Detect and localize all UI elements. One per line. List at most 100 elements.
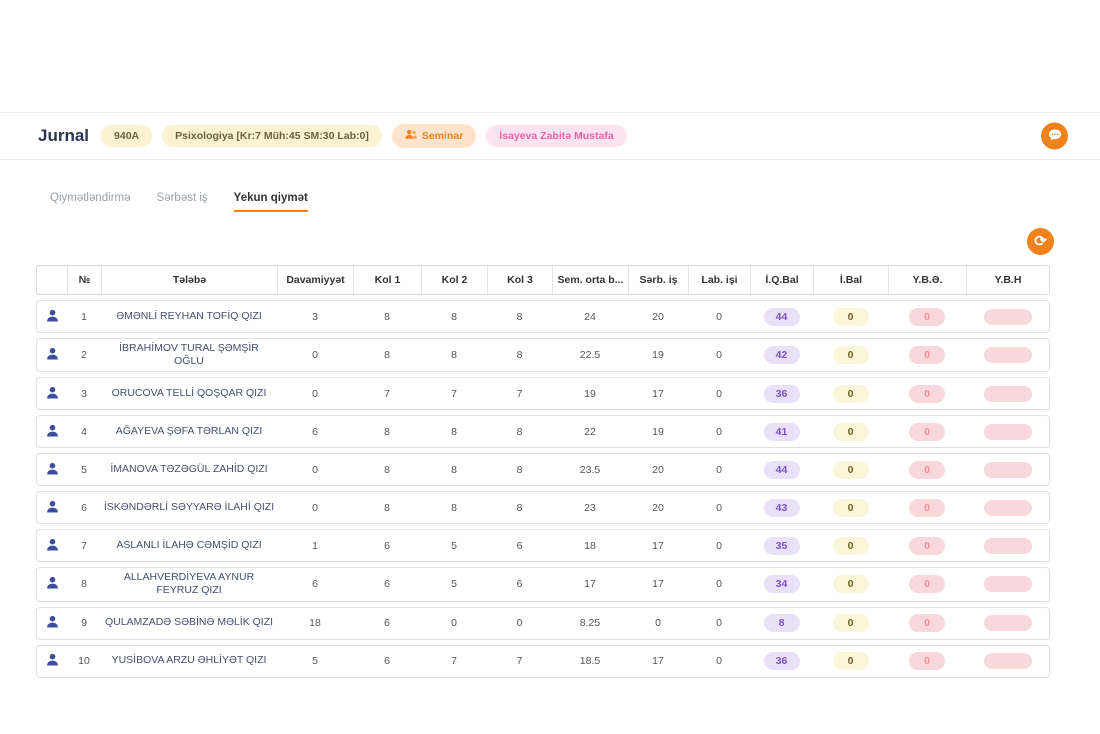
student-icon [46,386,59,402]
ybh-badge [984,386,1032,402]
serb-is-value: 17 [628,537,688,555]
kol2-value: 8 [421,346,487,364]
student-profile-button[interactable] [37,535,67,557]
lab-isi-value: 0 [688,652,750,670]
student-name: AĞAYEVA ŞƏFA TƏRLAN QIZI [101,422,277,441]
row-number: 10 [67,652,101,670]
kol3-value: 7 [487,385,552,403]
ybe-badge: 0 [909,499,945,517]
kol3-value: 8 [487,308,552,326]
lab-isi-value: 0 [688,346,750,364]
tab-yekun-qiymet[interactable]: Yekun qiymət [234,192,308,212]
i-bal-badge: 0 [833,461,869,479]
row-number: 5 [67,461,101,479]
student-name: QULAMZADƏ SƏBİNƏ MƏLİK QIZI [101,613,277,632]
serb-is-value: 20 [628,308,688,326]
lab-isi-value: 0 [688,499,750,517]
table-row[interactable]: 1 ƏMƏNLİ REYHAN TOFİQ QIZI 3 8 8 8 24 20… [36,300,1050,333]
kol1-value: 7 [353,385,421,403]
table-row[interactable]: 2 İBRAHİMOV TURAL ŞƏMŞİR OĞLU 0 8 8 8 22… [36,338,1050,372]
student-icon [46,424,59,440]
column-header-serb-is: Sərb. iş [628,266,688,294]
toolbar: ⟳ [0,212,1100,263]
kol3-value: 8 [487,346,552,364]
table-row[interactable]: 4 AĞAYEVA ŞƏFA TƏRLAN QIZI 6 8 8 8 22 19… [36,415,1050,448]
student-profile-button[interactable] [37,383,67,405]
davamiyyet-value: 6 [277,575,353,593]
table-row[interactable]: 9 QULAMZADƏ SƏBİNƏ MƏLİK QIZI 18 6 0 0 8… [36,607,1050,640]
student-profile-button[interactable] [37,612,67,634]
ybe-badge: 0 [909,652,945,670]
table-row[interactable]: 8 ALLAHVERDİYEVA AYNUR FEYRUZ QIZI 6 6 5… [36,567,1050,601]
column-header-i-bal: İ.Bal [813,266,888,294]
i-bal-badge: 0 [833,308,869,326]
student-name: ORUCOVA TELLİ QOŞQAR QIZI [101,384,277,403]
serb-is-value: 20 [628,499,688,517]
iq-bal-badge: 36 [764,652,800,670]
kol1-value: 6 [353,575,421,593]
serb-is-value: 0 [628,614,688,632]
chat-button[interactable] [1041,123,1068,150]
table-row[interactable]: 5 İMANOVA TƏZƏGÜL ZAHİD QIZI 0 8 8 8 23.… [36,453,1050,486]
kol2-value: 8 [421,499,487,517]
kol1-value: 6 [353,652,421,670]
ybh-badge [984,538,1032,554]
sem-orta-value: 23.5 [552,461,628,479]
davamiyyet-value: 0 [277,346,353,364]
table-body: 1 ƏMƏNLİ REYHAN TOFİQ QIZI 3 8 8 8 24 20… [36,300,1050,678]
kol1-value: 8 [353,346,421,364]
ybe-badge: 0 [909,346,945,364]
kol2-value: 7 [421,385,487,403]
student-icon [46,653,59,669]
tab-qiymetlendirme[interactable]: Qiymətləndirmə [50,192,131,212]
student-profile-button[interactable] [37,497,67,519]
column-header-telebe: Tələbə [101,266,277,294]
table-row[interactable]: 6 İSKƏNDƏRLİ SƏYYARƏ İLAHİ QIZI 0 8 8 8 … [36,491,1050,524]
table-row[interactable]: 10 YUSİBOVA ARZU ƏHLİYƏT QIZI 5 6 7 7 18… [36,645,1050,678]
table-row[interactable]: 3 ORUCOVA TELLİ QOŞQAR QIZI 0 7 7 7 19 1… [36,377,1050,410]
lab-isi-value: 0 [688,461,750,479]
i-bal-badge: 0 [833,423,869,441]
lab-isi-value: 0 [688,537,750,555]
table-row[interactable]: 7 ASLANLI İLAHƏ CƏMŞİD QIZI 1 6 5 6 18 1… [36,529,1050,562]
ybh-badge [984,424,1032,440]
davamiyyet-value: 0 [277,461,353,479]
student-profile-button[interactable] [37,344,67,366]
kol1-value: 6 [353,537,421,555]
column-header-kol2: Kol 2 [421,266,487,294]
row-number: 6 [67,499,101,517]
i-bal-badge: 0 [833,575,869,593]
iq-bal-badge: 36 [764,385,800,403]
kol3-value: 0 [487,614,552,632]
davamiyyet-value: 5 [277,652,353,670]
student-icon [46,615,59,631]
student-profile-button[interactable] [37,306,67,328]
kol2-value: 0 [421,614,487,632]
student-profile-button[interactable] [37,459,67,481]
kol1-value: 8 [353,423,421,441]
student-profile-button[interactable] [37,650,67,672]
sem-orta-value: 19 [552,385,628,403]
student-profile-button[interactable] [37,421,67,443]
sem-orta-value: 8.25 [552,614,628,632]
group-badge: 940A [101,125,152,147]
column-header-iq-bal: İ.Q.Bal [750,266,813,294]
column-header-davamiyyet: Davamiyyət [277,266,353,294]
student-profile-button[interactable] [37,573,67,595]
column-header-lab-isi: Lab. işi [688,266,750,294]
serb-is-value: 17 [628,575,688,593]
refresh-icon: ⟳ [1034,234,1047,249]
kol3-value: 7 [487,652,552,670]
serb-is-value: 17 [628,385,688,403]
i-bal-badge: 0 [833,537,869,555]
ybh-badge [984,576,1032,592]
iq-bal-badge: 34 [764,575,800,593]
ybh-badge [984,653,1032,669]
davamiyyet-value: 0 [277,385,353,403]
iq-bal-badge: 35 [764,537,800,555]
tab-serbest-is[interactable]: Sərbəst iş [157,192,208,212]
lab-isi-value: 0 [688,614,750,632]
davamiyyet-value: 1 [277,537,353,555]
column-header-icon-spacer [37,266,67,294]
refresh-button[interactable]: ⟳ [1027,228,1054,255]
